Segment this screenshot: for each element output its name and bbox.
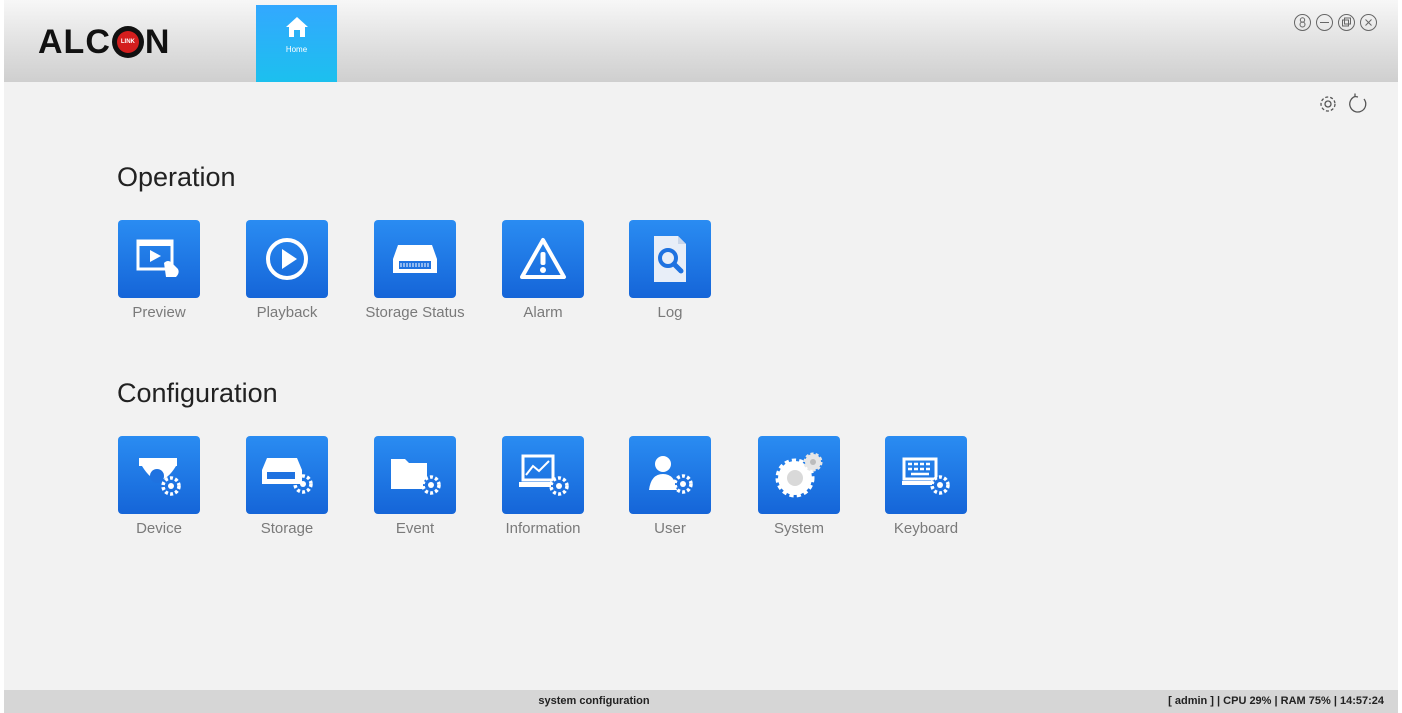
window-controls [1293, 13, 1378, 32]
tile-keyboard-label: Keyboard [893, 520, 959, 537]
tile-storage[interactable]: Storage [233, 436, 341, 537]
toolbar [1316, 92, 1370, 116]
home-icon [285, 17, 308, 37]
keyboard-gear-icon [902, 457, 950, 495]
logo-text-right: N [144, 22, 171, 61]
tab-home[interactable]: Home [256, 5, 337, 82]
tile-alarm-box[interactable] [502, 220, 584, 298]
tile-preview-label: Preview [132, 304, 186, 321]
tile-event-box[interactable] [374, 436, 456, 514]
logo-badge: LINK [111, 26, 144, 58]
tile-system[interactable]: System [745, 436, 853, 537]
close-icon[interactable] [1359, 13, 1378, 32]
play-icon [266, 238, 308, 280]
tile-event[interactable]: Event [361, 436, 469, 537]
preview-icon [136, 239, 179, 277]
tile-user-label: User [654, 520, 686, 537]
minimize-icon[interactable] [1315, 13, 1334, 32]
folder-gear-icon [391, 459, 441, 495]
logo-text-left: ALC [38, 22, 111, 61]
tile-playback-label: Playback [256, 304, 318, 321]
tile-log-label: Log [657, 304, 683, 321]
tile-system-box[interactable] [758, 436, 840, 514]
tile-keyboard-box[interactable] [885, 436, 967, 514]
tile-preview-box[interactable] [118, 220, 200, 298]
main-panel: Operation Preview Playback Storage Statu… [4, 82, 1398, 690]
tile-preview[interactable]: Preview [105, 220, 213, 321]
restore-icon[interactable] [1337, 13, 1356, 32]
tile-storage-status[interactable]: Storage Status [361, 220, 469, 321]
status-right-text: [ admin ] | CPU 29% | RAM 75% | 14:57:24 [1168, 695, 1384, 707]
tab-home-label: Home [285, 45, 308, 54]
tile-information-box[interactable] [502, 436, 584, 514]
tile-device-label: Device [136, 520, 182, 537]
tile-storage-status-label: Storage Status [365, 304, 465, 321]
tile-log-box[interactable] [629, 220, 711, 298]
tile-system-label: System [773, 520, 824, 537]
refresh-icon[interactable] [1346, 92, 1370, 116]
tile-playback[interactable]: Playback [233, 220, 341, 321]
log-search-icon [654, 236, 686, 282]
tile-storage-status-box[interactable] [374, 220, 456, 298]
tile-device[interactable]: Device [105, 436, 213, 537]
status-bar: system configuration [ admin ] | CPU 29%… [4, 690, 1398, 713]
tile-log[interactable]: Log [616, 220, 724, 321]
user-gear-icon [649, 456, 693, 494]
tile-information[interactable]: Information [489, 436, 597, 537]
tile-alarm-label: Alarm [523, 304, 563, 321]
lock-icon[interactable] [1293, 13, 1312, 32]
brand-logo: ALC LINK N [38, 22, 170, 62]
configuration-title: Configuration [117, 378, 278, 408]
hdd-icon [393, 245, 437, 273]
top-bar: ALC LINK N Home [4, 0, 1398, 82]
gears-icon [775, 452, 823, 498]
tile-playback-box[interactable] [246, 220, 328, 298]
tile-user-box[interactable] [629, 436, 711, 514]
status-center-text: system configuration [538, 695, 650, 707]
chart-gear-icon [519, 454, 569, 496]
hdd-gear-icon [262, 458, 313, 494]
tile-storage-box[interactable] [246, 436, 328, 514]
tile-storage-label: Storage [260, 520, 314, 537]
tile-device-box[interactable] [118, 436, 200, 514]
tile-information-label: Information [505, 520, 581, 537]
operation-title: Operation [117, 162, 236, 192]
tile-alarm[interactable]: Alarm [489, 220, 597, 321]
tile-keyboard[interactable]: Keyboard [872, 436, 980, 537]
warning-icon [520, 238, 566, 279]
settings-icon[interactable] [1316, 92, 1340, 116]
camera-gear-icon [139, 458, 181, 496]
tile-user[interactable]: User [616, 436, 724, 537]
logo-badge-text: LINK [116, 31, 139, 53]
tile-event-label: Event [395, 520, 435, 537]
